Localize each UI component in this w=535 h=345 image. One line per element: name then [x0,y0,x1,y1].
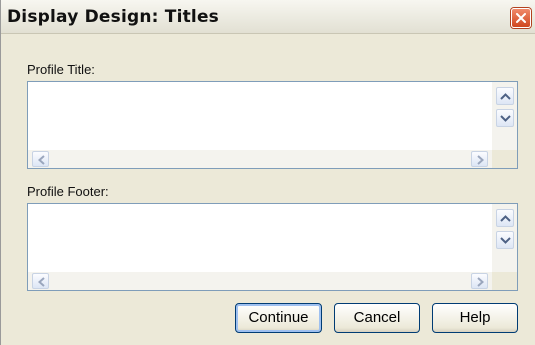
chevron-left-icon [38,277,45,287]
continue-button[interactable]: Continue [235,303,322,333]
horizontal-scrollbar[interactable] [28,272,492,290]
scroll-right-button[interactable] [471,273,488,289]
chevron-up-icon [500,93,511,100]
profile-title-textarea[interactable] [28,82,491,150]
scroll-left-button[interactable] [32,151,49,167]
chevron-left-icon [38,155,45,165]
help-button[interactable]: Help [432,303,518,333]
chevron-up-icon [500,215,511,222]
chevron-right-icon [477,277,484,287]
close-icon [516,13,526,23]
scroll-up-button[interactable] [496,209,514,227]
scrollbar-corner [492,272,517,290]
scroll-down-button[interactable] [496,231,514,249]
profile-footer-field [27,203,518,291]
vertical-scrollbar[interactable] [492,204,517,272]
chevron-right-icon [477,155,484,165]
vertical-scrollbar[interactable] [492,82,517,150]
close-button[interactable] [511,8,531,28]
profile-footer-textarea[interactable] [28,204,491,272]
profile-title-field [27,81,518,169]
scroll-left-button[interactable] [32,273,49,289]
scrollbar-corner [492,150,517,168]
display-design-titles-dialog: Display Design: Titles Profile Title: Pr [0,0,535,345]
chevron-down-icon [500,115,511,122]
title-bar[interactable]: Display Design: Titles [1,0,535,34]
cancel-button[interactable]: Cancel [334,303,420,333]
window-title: Display Design: Titles [7,7,220,27]
horizontal-scrollbar[interactable] [28,150,492,168]
chevron-down-icon [500,237,511,244]
scroll-up-button[interactable] [496,87,514,105]
scroll-right-button[interactable] [471,151,488,167]
profile-footer-label: Profile Footer: [27,184,109,199]
scroll-down-button[interactable] [496,109,514,127]
profile-title-label: Profile Title: [27,62,95,77]
